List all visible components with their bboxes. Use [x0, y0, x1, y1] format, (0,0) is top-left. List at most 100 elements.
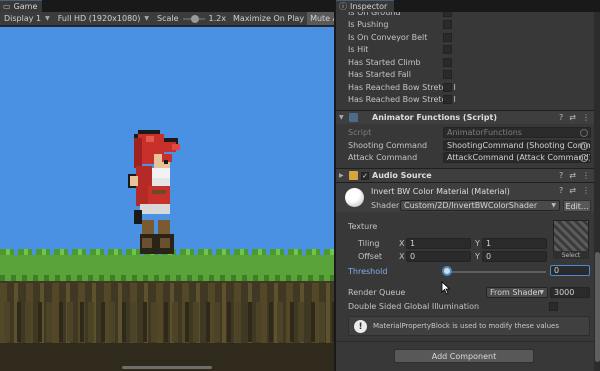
preset-icon[interactable]: ⇄	[569, 186, 576, 195]
tab-inspector-overlay[interactable]: ⓘ Inspector	[336, 0, 394, 12]
kebab-menu-icon[interactable]: ⋮	[582, 113, 590, 122]
property-row: Has Started Climb	[336, 56, 594, 68]
info-message: MaterialPropertyBlock is used to modify …	[373, 322, 559, 330]
mute-audio-button[interactable]: Mute Audio	[307, 12, 334, 25]
threshold-value: 0	[554, 266, 560, 275]
property-row: Is On Conveyor Belt	[336, 31, 594, 43]
component-header-icons: ? ⇄ ⋮	[559, 113, 590, 122]
game-toolbar: Display 1 ▼ Full HD (1920x1080) ▼ Scale …	[0, 12, 334, 26]
render-queue-mode: From Shader	[490, 287, 541, 297]
inspector-scrollbar-thumb[interactable]	[595, 252, 600, 362]
resolution-dropdown-label: Full HD (1920x1080)	[57, 14, 141, 23]
chevron-down-icon: ▼	[539, 288, 544, 296]
property-checkbox[interactable]	[443, 58, 452, 67]
help-icon[interactable]: ?	[559, 186, 563, 195]
offset-y-value: 0	[486, 251, 492, 261]
property-row: Has Reached Bow Stretch I	[336, 81, 594, 93]
property-checkbox[interactable]	[443, 70, 452, 79]
scale-control: Scale 1.2x	[153, 12, 230, 25]
kebab-menu-icon[interactable]: ⋮	[582, 171, 590, 180]
property-checkbox[interactable]	[443, 33, 452, 42]
offset-label: Offset	[358, 251, 383, 261]
object-picker-icon	[580, 128, 588, 137]
foldout-arrow-icon[interactable]: ▶	[339, 172, 344, 179]
property-label: Has Reached Bow Stretch I	[348, 94, 456, 104]
kebab-menu-icon[interactable]: ⋮	[582, 186, 590, 195]
tiling-y-value: 1	[486, 238, 492, 248]
attack-command-row: Attack Command AttackCommand (Attack Com…	[336, 151, 594, 163]
help-icon[interactable]: ?	[559, 171, 563, 180]
shooting-command-label: Shooting Command	[348, 140, 428, 150]
add-component-button[interactable]: Add Component	[394, 349, 534, 363]
animator-functions-header[interactable]: ▼ Animator Functions (Script) ? ⇄ ⋮	[336, 110, 594, 124]
property-checkbox[interactable]	[443, 20, 452, 29]
player-character-sprite	[128, 130, 184, 254]
render-queue-dropdown[interactable]: From Shader ▼	[486, 286, 548, 298]
component-title: Animator Functions (Script)	[372, 113, 497, 122]
tiling-y-field[interactable]: 1	[482, 237, 547, 249]
foldout-arrow-icon[interactable]: ▼	[339, 114, 344, 121]
threshold-slider[interactable]	[446, 271, 546, 273]
tiling-y-label: Y	[475, 238, 480, 248]
property-row: Has Started Fall	[336, 68, 594, 80]
tab-game-label: Game	[13, 2, 38, 11]
preset-icon[interactable]: ⇄	[569, 171, 576, 180]
threshold-slider-knob[interactable]	[442, 266, 452, 276]
offset-y-field[interactable]: 0	[482, 250, 547, 262]
attack-command-label: Attack Command	[348, 152, 418, 162]
viewport-scrollbar[interactable]	[122, 366, 212, 369]
speaker-icon	[349, 171, 358, 180]
script-row: Script AnimatorFunctions	[336, 126, 594, 138]
property-label: Has Reached Bow Stretch I	[348, 82, 456, 92]
mouse-cursor-icon	[441, 281, 451, 295]
shader-label: Shader	[371, 201, 400, 210]
object-picker-icon[interactable]	[580, 141, 588, 150]
property-checkbox[interactable]	[443, 45, 452, 54]
dirt-texture-dark	[0, 302, 334, 342]
script-label: Script	[348, 127, 372, 137]
divider	[336, 341, 594, 342]
script-field: AnimatorFunctions	[443, 126, 591, 138]
scale-slider[interactable]	[182, 14, 205, 23]
double-sided-gi-row: Double Sided Global Illumination	[336, 300, 594, 312]
script-icon	[349, 113, 358, 122]
edit-shader-button[interactable]: Edit...	[563, 200, 591, 212]
display-dropdown-label: Display 1	[4, 14, 42, 23]
scale-slider-knob[interactable]	[190, 14, 199, 23]
offset-row: Offset X 0 Y 0	[336, 250, 594, 262]
game-viewport[interactable]	[0, 27, 334, 371]
property-row: Has Reached Bow Stretch I	[336, 93, 594, 105]
help-icon[interactable]: ?	[559, 113, 563, 122]
audio-source-header[interactable]: ▶ ✓ Audio Source ? ⇄ ⋮	[336, 168, 594, 182]
chevron-down-icon: ▼	[551, 202, 556, 209]
render-queue-field[interactable]: 3000	[550, 286, 590, 298]
game-tabbar: ▭ Game	[0, 0, 334, 12]
render-queue-value: 3000	[554, 287, 575, 297]
inspector-scrollbar[interactable]	[594, 12, 600, 371]
offset-x-field[interactable]: 0	[406, 250, 471, 262]
shader-dropdown[interactable]: Custom/2D/InvertBWColorShader ▼	[400, 200, 560, 211]
tiling-x-field[interactable]: 1	[406, 237, 471, 249]
preset-icon[interactable]: ⇄	[569, 113, 576, 122]
scale-value: 1.2x	[208, 14, 227, 23]
property-label: Has Started Climb	[348, 57, 421, 67]
property-checkbox[interactable]	[443, 95, 452, 104]
double-sided-gi-checkbox[interactable]	[549, 302, 558, 311]
object-picker-icon[interactable]	[580, 153, 588, 162]
shader-value: Custom/2D/InvertBWColorShader	[404, 201, 538, 210]
display-dropdown[interactable]: Display 1 ▼	[0, 12, 54, 25]
tab-game[interactable]: ▭ Game	[0, 0, 42, 12]
shooting-command-field[interactable]: ShootingCommand (Shooting Comm	[443, 139, 591, 151]
attack-command-field[interactable]: AttackCommand (Attack Command)	[443, 151, 591, 163]
threshold-field[interactable]: 0	[550, 265, 590, 276]
script-value: AnimatorFunctions	[447, 127, 522, 137]
property-label: Has Started Fall	[348, 69, 411, 79]
maximize-on-play-button[interactable]: Maximize On Play	[230, 12, 307, 25]
component-enabled-checkbox[interactable]: ✓	[361, 172, 369, 180]
resolution-dropdown[interactable]: Full HD (1920x1080) ▼	[54, 12, 153, 25]
property-checkbox[interactable]	[443, 83, 452, 92]
material-preview-sphere	[345, 188, 364, 207]
tiling-x-label: X	[399, 238, 405, 248]
offset-x-value: 0	[410, 251, 416, 261]
render-queue-row: Render Queue From Shader ▼ 3000	[336, 286, 594, 298]
